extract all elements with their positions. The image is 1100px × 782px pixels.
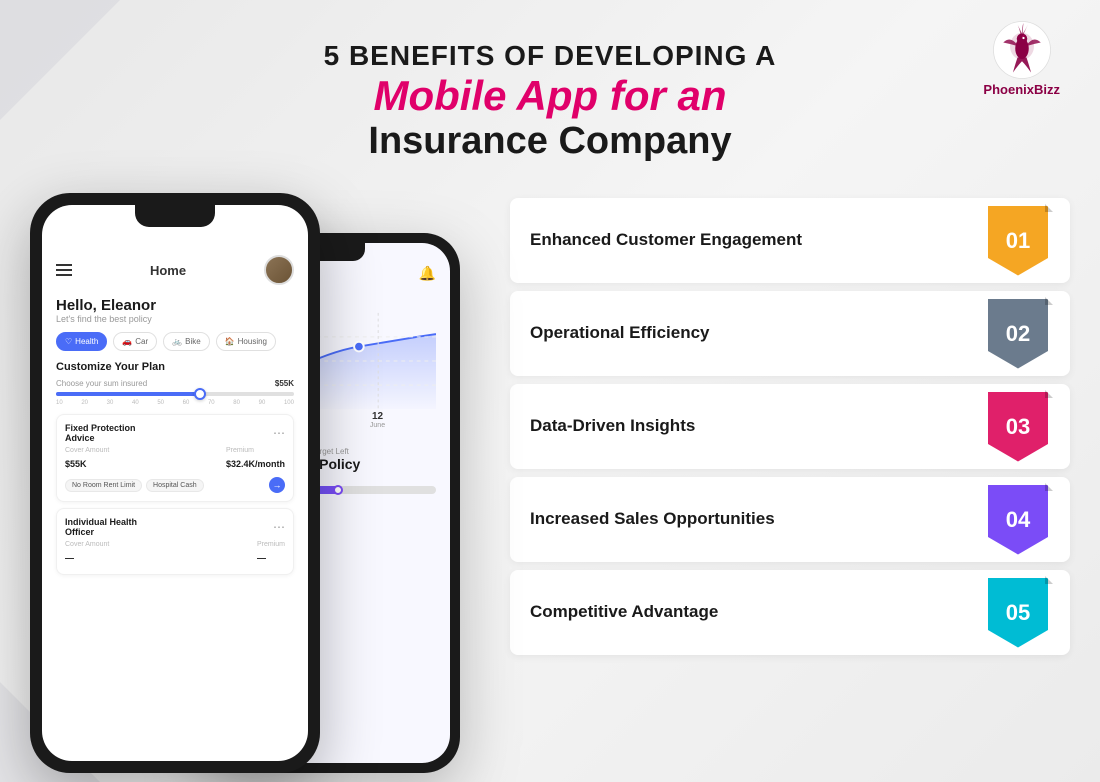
phone-1-screen: Home Hello, Eleanor Let's find the best … (42, 205, 308, 761)
customize-title: Customize Your Plan (56, 361, 294, 373)
policy-card-1: Fixed ProtectionAdvice ⋯ Cover Amount $5… (56, 414, 294, 502)
date-june: 12 June (370, 411, 385, 429)
avatar (264, 255, 294, 285)
benefit-badge-02: 02 (986, 297, 1050, 371)
premium-block: Premium $32.4K/month (226, 447, 285, 472)
slider-thumb (194, 388, 206, 400)
category-tabs: ♡ Health 🚗 Car 🚲 Bike 🏠 Housing (56, 332, 294, 351)
cover-value-2: — (65, 553, 74, 563)
badge-shape-04: 04 (988, 485, 1048, 555)
title-line1: 5 BENEFITS OF DEVELOPING A (20, 40, 1080, 72)
badge-fold-04 (1045, 483, 1053, 491)
policy-card-2: Individual HealthOfficer ⋯ Cover Amount … (56, 508, 294, 575)
benefit-text-02: Operational Efficiency (510, 306, 986, 360)
logo: PhoenixBizz (983, 20, 1060, 97)
main-container: 5 BENEFITS OF DEVELOPING A Mobile App fo… (0, 0, 1100, 782)
benefit-item-04: Increased Sales Opportunities 04 (510, 477, 1070, 562)
policy-tags-1: No Room Rent Limit Hospital Cash → (65, 477, 285, 493)
cover-amount-block-2: Cover Amount — (65, 541, 109, 566)
slider-fill (56, 392, 199, 396)
policy-name-2: Individual HealthOfficer (65, 517, 137, 537)
benefit-text-04: Increased Sales Opportunities (510, 492, 986, 546)
benefit-badge-05: 05 (986, 576, 1050, 650)
policy-amounts-1: Cover Amount $55K Premium $32.4K/month (65, 447, 285, 472)
benefit-text-03: Data-Driven Insights (510, 399, 986, 453)
tag-btn[interactable]: → (269, 477, 285, 493)
policy-header-1: Fixed ProtectionAdvice ⋯ (65, 423, 285, 443)
badge-num-05: 05 (1006, 600, 1030, 626)
hamburger-icon (56, 264, 72, 276)
nav-title: Home (150, 263, 186, 278)
cover-label-2: Cover Amount (65, 541, 109, 548)
premium-label-2: Premium (257, 541, 285, 548)
cover-amount-block: Cover Amount $55K (65, 447, 109, 472)
cat-car[interactable]: 🚗 Car (113, 332, 157, 351)
tag-hospital: Hospital Cash (146, 479, 204, 492)
cover-label: Cover Amount (65, 447, 109, 454)
benefit-item-03: Data-Driven Insights 03 (510, 384, 1070, 469)
premium-label: Premium (226, 447, 285, 454)
month-june: June (370, 422, 385, 429)
badge-fold-02 (1045, 297, 1053, 305)
title-line2: Mobile App for an (20, 72, 1080, 120)
badge-fold-01 (1045, 204, 1053, 212)
sub-greeting-text: Let's find the best policy (56, 314, 294, 324)
phone-1-body: Hello, Eleanor Let's find the best polic… (42, 289, 308, 589)
cover-value: $55K (65, 459, 87, 469)
cat-housing[interactable]: 🏠 Housing (216, 332, 276, 351)
phoenix-icon (992, 20, 1052, 80)
benefit-badge-01: 01 (986, 204, 1050, 278)
main-content: Home Hello, Eleanor Let's find the best … (0, 183, 1100, 782)
logo-text: PhoenixBizz (983, 82, 1060, 97)
phone-1: Home Hello, Eleanor Let's find the best … (30, 193, 320, 773)
phone-1-nav: Home (42, 249, 308, 289)
phone-section: Home Hello, Eleanor Let's find the best … (30, 193, 490, 762)
benefits-section: Enhanced Customer Engagement 01 Operationa… (510, 193, 1070, 762)
benefit-title-05: Competitive Advantage (530, 601, 970, 623)
benefit-text-01: Enhanced Customer Engagement (510, 213, 986, 267)
badge-shape-02: 02 (988, 299, 1048, 369)
policy-dots-2: ⋯ (273, 520, 285, 534)
benefit-item-01: Enhanced Customer Engagement 01 (510, 198, 1070, 283)
benefit-title-03: Data-Driven Insights (530, 415, 970, 437)
badge-fold-05 (1045, 576, 1053, 584)
cat-health[interactable]: ♡ Health (56, 332, 107, 351)
greeting-text: Hello, Eleanor (56, 297, 294, 314)
slider-track[interactable] (56, 392, 294, 396)
benefit-item-02: Operational Efficiency 02 (510, 291, 1070, 376)
header: 5 BENEFITS OF DEVELOPING A Mobile App fo… (0, 0, 1100, 183)
badge-shape-05: 05 (988, 578, 1048, 648)
sum-row: Choose your sum insured $55K (56, 379, 294, 388)
benefit-item-05: Competitive Advantage 05 (510, 570, 1070, 655)
badge-num-04: 04 (1006, 507, 1030, 533)
benefit-title-04: Increased Sales Opportunities (530, 508, 970, 530)
title-line3: Insurance Company (20, 120, 1080, 163)
benefit-text-05: Competitive Advantage (510, 585, 986, 639)
progress-dot (333, 485, 343, 495)
badge-num-02: 02 (1006, 321, 1030, 347)
badge-shape-03: 03 (988, 392, 1048, 462)
tag-no-room: No Room Rent Limit (65, 479, 142, 492)
policy-amounts-2: Cover Amount — Premium — (65, 541, 285, 566)
benefit-title-02: Operational Efficiency (530, 322, 970, 344)
premium-value: $32.4K/month (226, 459, 285, 469)
premium-block-2: Premium — (257, 541, 285, 566)
benefit-title-01: Enhanced Customer Engagement (530, 229, 970, 251)
badge-num-03: 03 (1006, 414, 1030, 440)
benefit-badge-03: 03 (986, 390, 1050, 464)
badge-shape-01: 01 (988, 206, 1048, 276)
scale-row: 1020304050 60708090100 (56, 400, 294, 406)
cat-bike[interactable]: 🚲 Bike (163, 332, 210, 351)
sum-value: $55K (275, 379, 294, 388)
sum-label: Choose your sum insured (56, 379, 147, 388)
premium-value-2: — (257, 553, 266, 563)
benefit-badge-04: 04 (986, 483, 1050, 557)
policy-header-2: Individual HealthOfficer ⋯ (65, 517, 285, 537)
policy-name-1: Fixed ProtectionAdvice (65, 423, 136, 443)
badge-num-01: 01 (1006, 228, 1030, 254)
badge-fold-03 (1045, 390, 1053, 398)
phone-1-notch (135, 205, 215, 227)
policy-dots-1: ⋯ (273, 426, 285, 440)
